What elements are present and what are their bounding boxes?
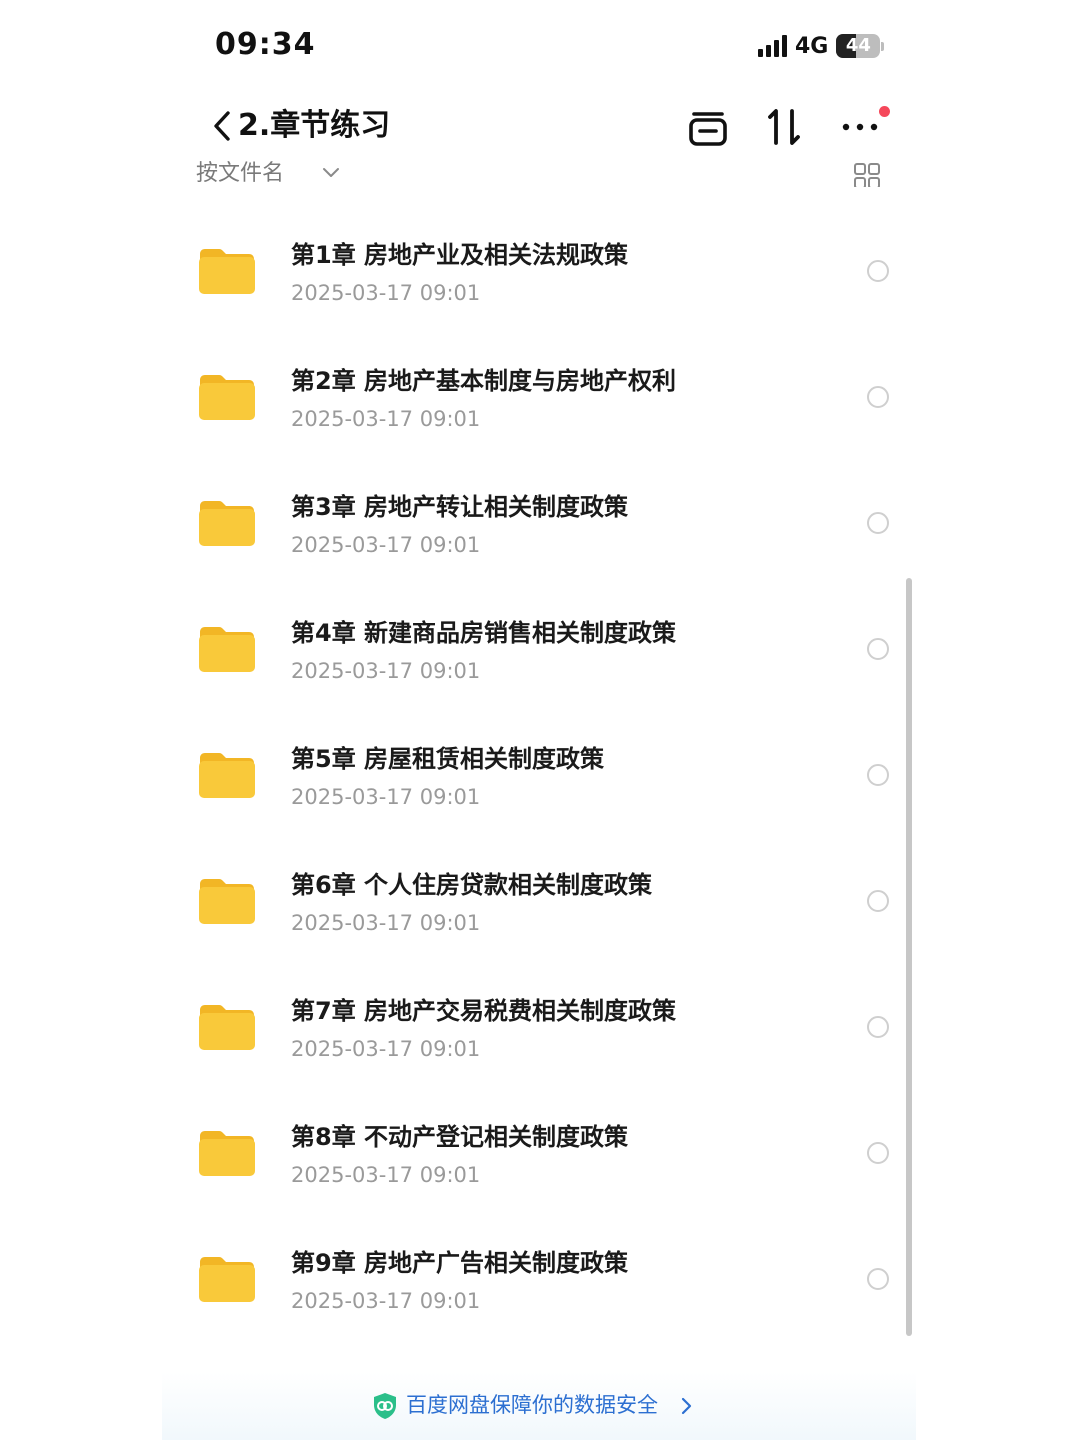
folder-icon <box>199 1005 255 1050</box>
battery-cap <box>881 41 885 51</box>
file-name: 第4章 新建商品房销售相关制度政策 <box>291 619 677 647</box>
file-date: 2025-03-17 09:01 <box>291 785 481 809</box>
file-row[interactable]: 第8章 不动产登记相关制度政策 2025-03-17 09:01 <box>0 1090 1080 1216</box>
folder-icon <box>199 879 255 924</box>
folder-icon <box>199 1131 255 1176</box>
file-list-page: 09:34 4G 44 2.章节练习 按文件名 第1章 房地产业及相关法规政策 … <box>0 0 1080 1440</box>
folder-icon <box>199 249 255 294</box>
file-name: 第8章 不动产登记相关制度政策 <box>291 1123 629 1151</box>
folder-icon <box>199 627 255 672</box>
dropbox-button[interactable] <box>686 105 730 149</box>
file-name: 第9章 房地产广告相关制度政策 <box>291 1249 629 1277</box>
file-date: 2025-03-17 09:01 <box>291 1037 481 1061</box>
signal-icon <box>758 35 787 57</box>
security-banner[interactable]: 百度网盘保障你的数据安全 <box>162 1372 916 1440</box>
select-radio[interactable] <box>867 1142 889 1164</box>
status-indicators: 4G 44 <box>758 30 885 62</box>
select-radio[interactable] <box>867 386 889 408</box>
file-name: 第1章 房地产业及相关法规政策 <box>291 241 629 269</box>
folder-icon <box>199 753 255 798</box>
file-row[interactable]: 第7章 房地产交易税费相关制度政策 2025-03-17 09:01 <box>0 964 1080 1090</box>
file-row[interactable]: 第1章 房地产业及相关法规政策 2025-03-17 09:01 <box>0 208 1080 334</box>
transfer-button[interactable] <box>762 105 806 149</box>
nav-bar: 2.章节练习 <box>0 95 1080 157</box>
banner-text[interactable]: 百度网盘保障你的数据安全 <box>406 1390 658 1420</box>
file-date: 2025-03-17 09:01 <box>291 911 481 935</box>
notification-dot <box>879 106 890 117</box>
file-row[interactable]: 第3章 房地产转让相关制度政策 2025-03-17 09:01 <box>0 460 1080 586</box>
file-date: 2025-03-17 09:01 <box>291 659 481 683</box>
file-date: 2025-03-17 09:01 <box>291 407 481 431</box>
sort-toolbar: 按文件名 <box>0 157 1080 187</box>
status-time: 09:34 <box>215 27 316 62</box>
scrollbar-thumb[interactable] <box>906 578 912 1336</box>
folder-icon <box>199 375 255 420</box>
select-radio[interactable] <box>867 260 889 282</box>
file-date: 2025-03-17 09:01 <box>291 533 481 557</box>
back-button[interactable] <box>206 103 242 149</box>
file-name: 第6章 个人住房贷款相关制度政策 <box>291 871 653 899</box>
sort-icon <box>768 109 800 145</box>
more-icon <box>842 123 878 131</box>
file-name: 第3章 房地产转让相关制度政策 <box>291 493 629 521</box>
select-radio[interactable] <box>867 1016 889 1038</box>
page-title: 2.章节练习 <box>238 108 391 143</box>
file-row[interactable]: 第9章 房地产广告相关制度政策 2025-03-17 09:01 <box>0 1216 1080 1342</box>
file-name: 第2章 房地产基本制度与房地产权利 <box>291 367 677 395</box>
battery-level: 44 <box>845 35 871 56</box>
file-row[interactable]: 第6章 个人住房贷款相关制度政策 2025-03-17 09:01 <box>0 838 1080 964</box>
file-name: 第7章 房地产交易税费相关制度政策 <box>291 997 677 1025</box>
dropbox-icon <box>689 112 727 146</box>
file-list: 第1章 房地产业及相关法规政策 2025-03-17 09:01 第2章 房地产基本… <box>0 208 1080 1342</box>
sort-label[interactable]: 按文件名 <box>196 159 284 187</box>
select-radio[interactable] <box>867 1268 889 1290</box>
select-radio[interactable] <box>867 890 889 912</box>
network-label: 4G <box>795 33 829 59</box>
back-chevron-icon <box>214 111 230 141</box>
file-date: 2025-03-17 09:01 <box>291 281 481 305</box>
file-date: 2025-03-17 09:01 <box>291 1163 481 1187</box>
security-shield-icon <box>374 1393 396 1419</box>
chevron-right-icon <box>681 1397 692 1415</box>
select-radio[interactable] <box>867 764 889 786</box>
status-bar: 09:34 4G 44 <box>0 0 1080 90</box>
file-row[interactable]: 第4章 新建商品房销售相关制度政策 2025-03-17 09:01 <box>0 586 1080 712</box>
select-radio[interactable] <box>867 512 889 534</box>
file-row[interactable]: 第2章 房地产基本制度与房地产权利 2025-03-17 09:01 <box>0 334 1080 460</box>
chevron-down-icon[interactable] <box>322 167 340 181</box>
battery-icon: 44 <box>836 34 881 58</box>
folder-icon <box>199 1257 255 1302</box>
file-name: 第5章 房屋租赁相关制度政策 <box>291 745 605 773</box>
folder-icon <box>199 501 255 546</box>
more-button[interactable] <box>838 105 882 149</box>
file-row[interactable]: 第5章 房屋租赁相关制度政策 2025-03-17 09:01 <box>0 712 1080 838</box>
file-date: 2025-03-17 09:01 <box>291 1289 481 1313</box>
select-radio[interactable] <box>867 638 889 660</box>
grid-view-icon[interactable] <box>854 163 880 187</box>
